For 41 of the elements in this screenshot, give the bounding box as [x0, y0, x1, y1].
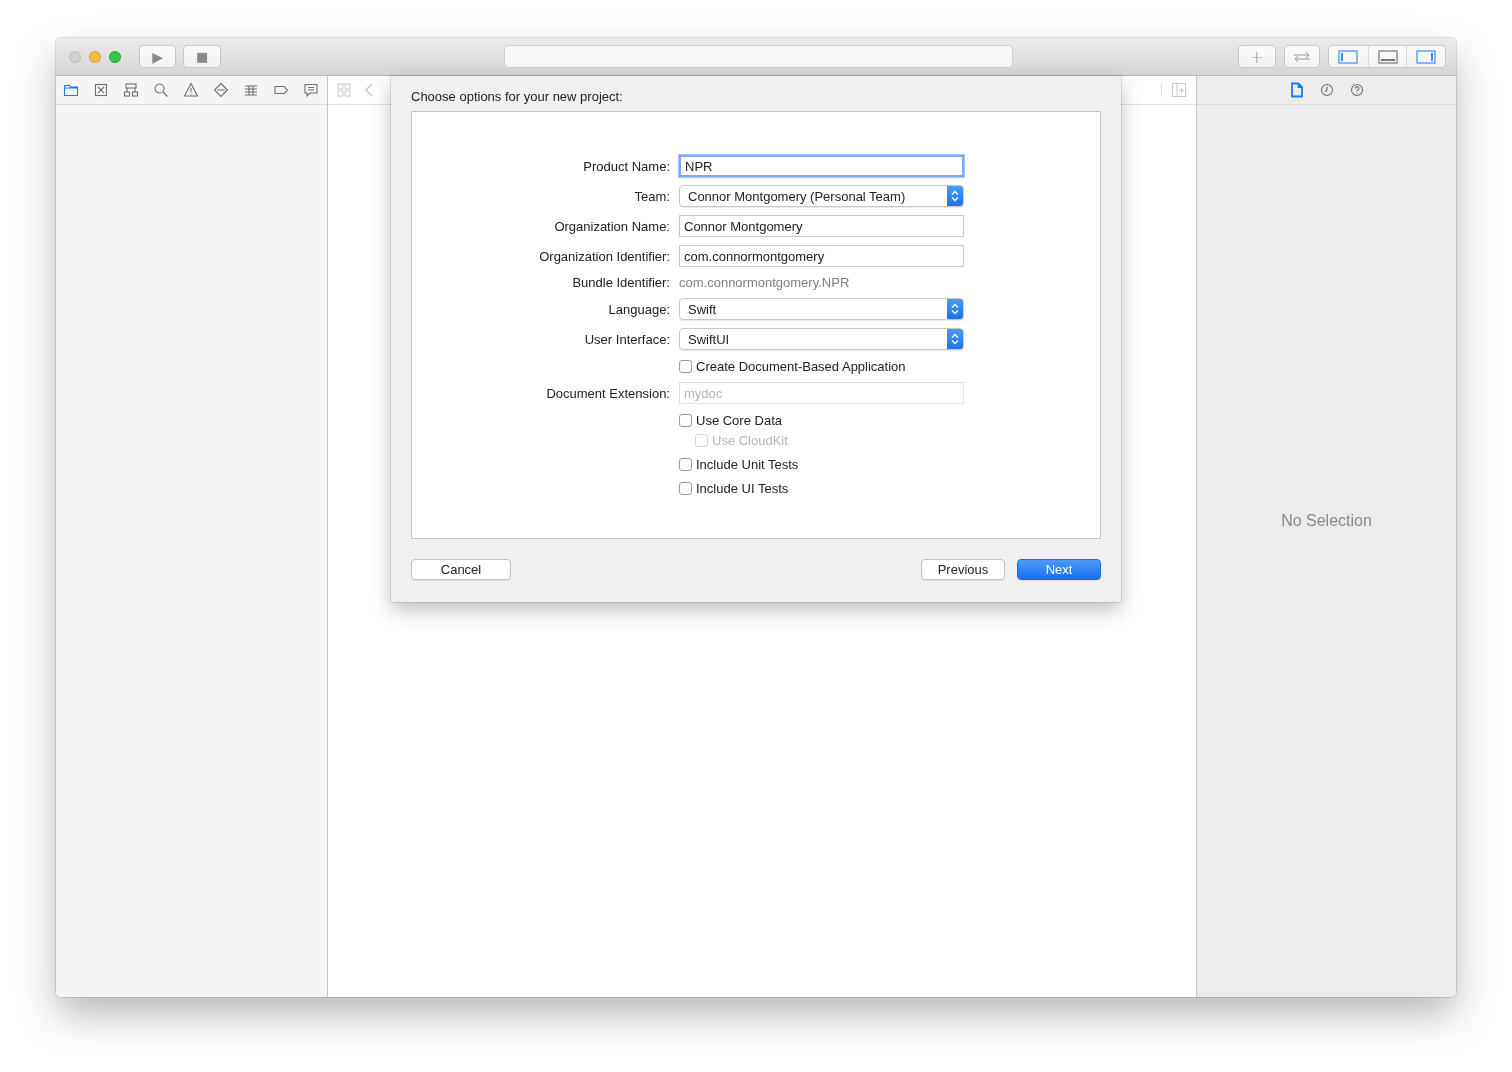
folder-icon[interactable]	[63, 82, 79, 98]
swap-arrows-icon	[1291, 50, 1312, 63]
text-field[interactable]: com.connormontgomery	[679, 245, 964, 267]
field-label: Team:	[633, 188, 670, 204]
next-button[interactable]: Next	[1017, 559, 1101, 580]
no-selection-text: No Selection	[1281, 512, 1372, 530]
field-label: Organization Name:	[553, 218, 670, 234]
chevron-up-down-icon	[947, 329, 963, 349]
field-label: Language:	[607, 301, 670, 317]
bundle-identifier-value: com.connormontgomery.NPR	[679, 275, 850, 290]
field-label: Bundle Identifier:	[571, 275, 670, 290]
field-label: Organization Identifier:	[538, 248, 670, 264]
chevron-up-down-icon	[947, 299, 963, 319]
popup-button[interactable]: SwiftUI	[679, 328, 964, 350]
text-field[interactable]: NPR	[679, 155, 964, 177]
search-icon[interactable]	[153, 82, 169, 98]
hierarchy-icon[interactable]	[123, 82, 139, 98]
text-field[interactable]: Connor Montgomery	[679, 215, 964, 237]
diamond-icon[interactable]	[213, 82, 229, 98]
document-icon[interactable]	[1289, 82, 1304, 98]
help-icon[interactable]	[1349, 82, 1364, 98]
checkbox-option[interactable]: Use Core Data	[679, 412, 964, 428]
warning-icon[interactable]	[183, 82, 199, 98]
previous-button[interactable]: Previous	[921, 559, 1005, 580]
field-label: User Interface:	[583, 331, 670, 347]
field-label: Document Extension:	[545, 385, 670, 401]
checkbox-option[interactable]: Include Unit Tests	[679, 456, 964, 472]
checkbox-option[interactable]: Include UI Tests	[679, 480, 964, 496]
field-label: Product Name:	[582, 158, 670, 174]
chevron-up-down-icon	[947, 186, 963, 206]
popup-button[interactable]: Swift	[679, 298, 964, 320]
popup-button[interactable]: Connor Montgomery (Personal Team)	[679, 185, 964, 207]
square-x-icon[interactable]	[93, 82, 109, 98]
checkbox-option[interactable]: Create Document-Based Application	[679, 358, 964, 374]
speech-bubble-icon[interactable]	[303, 82, 319, 98]
minimize-button[interactable]	[88, 50, 101, 63]
sheet-title: Choose options for your new project:	[411, 88, 624, 106]
clock-icon[interactable]	[1319, 82, 1334, 98]
list-icon[interactable]	[243, 82, 259, 98]
cancel-button[interactable]: Cancel	[411, 559, 511, 580]
zoom-button[interactable]	[108, 50, 121, 63]
